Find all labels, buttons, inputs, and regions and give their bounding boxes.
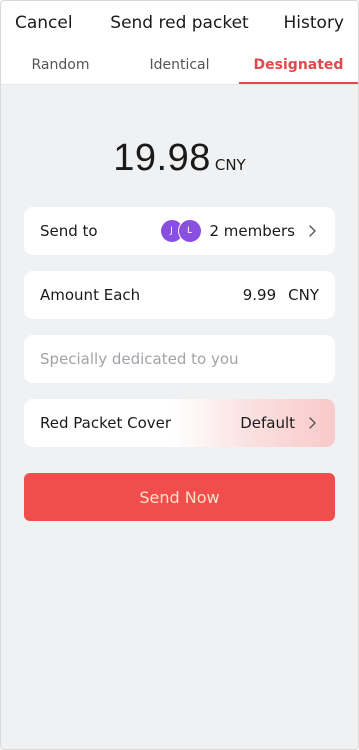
amount-each-input[interactable]: 9.99: [243, 286, 276, 304]
cover-value: Default: [240, 414, 295, 432]
send-red-packet-screen: Cancel Send red packet History Random Id…: [0, 0, 359, 750]
chevron-right-icon: [309, 225, 316, 237]
send-to-row[interactable]: Send to J L 2 members: [24, 207, 335, 255]
total-amount-currency: CNY: [214, 156, 246, 174]
red-packet-cover-row[interactable]: Red Packet Cover Default: [24, 399, 335, 447]
send-now-button[interactable]: Send Now: [24, 473, 335, 521]
total-amount-value: 19.98: [113, 137, 211, 179]
members-count: 2 members: [209, 222, 296, 240]
cover-label: Red Packet Cover: [40, 414, 172, 432]
amount-each-row: Amount Each 9.99 CNY: [24, 271, 335, 319]
tab-identical[interactable]: Identical: [120, 53, 239, 84]
message-placeholder: Specially dedicated to you: [40, 350, 239, 368]
tab-random[interactable]: Random: [1, 53, 120, 84]
tab-bar: Random Identical Designated: [1, 53, 358, 84]
chevron-right-icon: [309, 417, 316, 429]
send-to-label: Send to: [40, 222, 98, 240]
member-avatars: J L: [159, 219, 202, 243]
amount-each-currency: CNY: [288, 286, 319, 304]
top-bar: Cancel Send red packet History Random Id…: [1, 1, 358, 85]
amount-each-label: Amount Each: [40, 286, 141, 304]
message-field[interactable]: Specially dedicated to you: [24, 335, 335, 383]
avatar: L: [177, 219, 202, 243]
total-amount: 19.98 CNY: [1, 137, 358, 180]
tab-designated[interactable]: Designated: [239, 53, 358, 84]
history-button[interactable]: History: [284, 13, 344, 33]
